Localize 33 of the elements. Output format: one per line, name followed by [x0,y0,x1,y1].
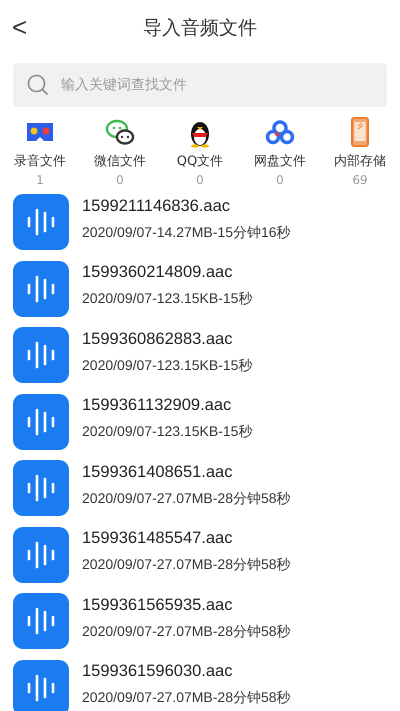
file-name[interactable]: 1599361565935.aac [82,596,291,615]
audio-file-icon [13,460,69,516]
audio-file-icon [13,194,69,250]
file-details: 2020/09/07-123.15KB-15秒 [82,423,252,442]
file-name[interactable]: 1599361596030.aac [82,662,291,682]
file-name[interactable]: 1599361408651.aac [82,462,291,482]
file-details: 2020/09/07-14.27MB-15分钟16秒 [82,224,291,242]
file-details: 2020/09/07-27.07MB-28分钟58秒 [82,622,291,641]
file-details: 2020/09/07-27.07MB-28分钟58秒 [82,490,291,508]
audio-file-icon [13,526,69,583]
search-icon [27,74,49,96]
file-name[interactable]: 1599360862883.aac [82,330,252,349]
back-button[interactable]: < [8,12,32,43]
audio-file-icon [13,327,69,384]
category-button[interactable]: 内部存储 69 [320,116,400,187]
file-details: 2020/09/07-27.07MB-28分钟58秒 [82,556,291,574]
category-button[interactable]: 录音文件 1 [0,116,80,187]
audio-file-icon [13,260,69,317]
category-button[interactable]: QQ文件 0 [160,116,240,187]
category-button[interactable]: 微信文件 0 [80,116,160,187]
file-name[interactable]: 1599211146836.aac [82,196,291,216]
file-name[interactable]: 1599361485547.aac [82,529,291,548]
file-details: 2020/09/07-123.15KB-15秒 [82,356,252,375]
file-name[interactable]: 1599361132909.aac [82,396,252,416]
audio-file-icon [13,660,69,711]
file-details: 2020/09/07-123.15KB-15秒 [82,290,252,308]
file-name[interactable]: 1599360214809.aac [82,263,252,282]
category-button[interactable]: 网盘文件 0 [240,116,320,187]
audio-file-icon [13,394,69,450]
audio-file-icon [13,593,69,650]
file-details: 2020/09/07-27.07MB-28分钟58秒 [82,689,291,708]
search-field[interactable]: 输入关键词查找文件 [13,63,387,107]
page-title: 导入音频文件 [143,16,257,41]
